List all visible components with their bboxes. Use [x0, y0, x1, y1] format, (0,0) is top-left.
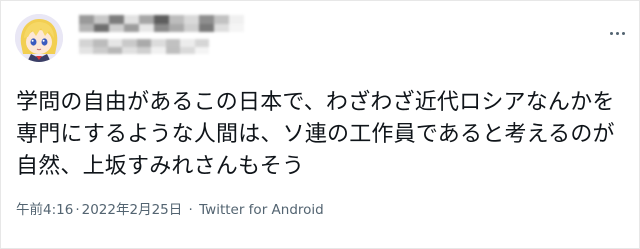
author-name-redacted[interactable] [79, 15, 244, 32]
tweet-metadata: 午前4:16 · 2022年2月25日 · Twitter for Android [16, 201, 324, 219]
more-options-icon[interactable] [603, 23, 631, 43]
more-dot [615, 31, 619, 35]
tweet-text: 学問の自由があるこの日本で、わざわざ近代ロシアなんかを専門にするような人間は、ソ… [16, 90, 615, 179]
separator-dot: · [75, 202, 80, 218]
tweet-timestamp-link[interactable]: 午前4:16 · 2022年2月25日 [16, 202, 182, 218]
more-dot [621, 31, 625, 35]
author-handle-redacted [79, 39, 209, 54]
avatar[interactable] [15, 14, 63, 62]
tweet-time: 午前4:16 [16, 202, 74, 218]
more-dot [609, 31, 613, 35]
tweet-date: 2022年2月25日 [81, 202, 183, 218]
separator-dot: · [188, 202, 193, 218]
anime-character-avatar-icon [15, 14, 63, 62]
tweet-source-link[interactable]: Twitter for Android [199, 202, 324, 218]
tweet-card[interactable]: 学問の自由があるこの日本で、わざわざ近代ロシアなんかを専門にするような人間は、ソ… [0, 0, 640, 249]
